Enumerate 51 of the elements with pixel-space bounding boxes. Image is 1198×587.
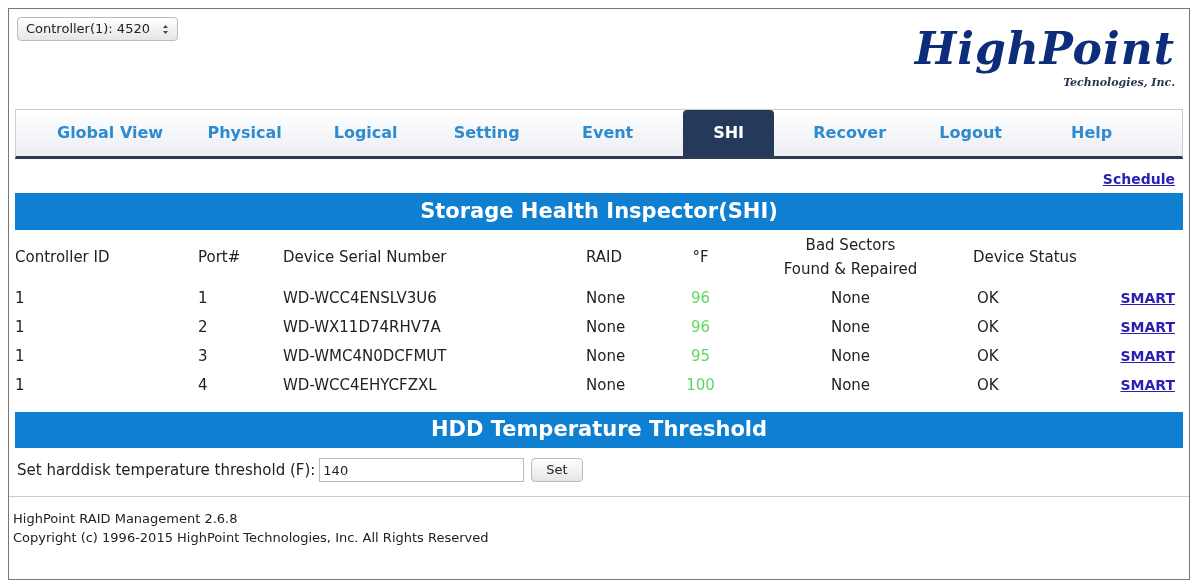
column-header: RAID <box>586 247 624 268</box>
table-cell-text: None <box>586 346 627 368</box>
footer-text: Copyright (c) 1996-2015 HighPoint Technologies, Inc. All Rights Reserved <box>13 529 490 547</box>
table-cell-text: 1 <box>15 375 26 397</box>
table-cell-text: 96 <box>689 317 712 339</box>
set-button[interactable]: Set <box>531 458 583 482</box>
smart-link[interactable]: SMART <box>1120 290 1175 307</box>
footer-text: HighPoint RAID Management 2.6.8 <box>13 510 239 528</box>
table-cell-text: None <box>586 288 627 310</box>
column-header: Device Status <box>973 247 1078 268</box>
table-cell-text: WD-WMC4N0DCFMUT <box>283 346 448 368</box>
table-cell-text: 96 <box>689 288 712 310</box>
table-cell-text: WD-WCC4EHYCFZXL <box>283 375 438 397</box>
nav-tab[interactable]: SHI <box>683 110 775 156</box>
table-cell-text: OK <box>976 346 1000 368</box>
table-cell-text: None <box>586 375 627 397</box>
stepper-icon <box>161 23 169 35</box>
table-cell-text: OK <box>976 375 1000 397</box>
table-cell-text: 95 <box>689 346 712 368</box>
table-cell-text: OK <box>976 288 1000 310</box>
section-header: Storage Health Inspector(SHI) <box>15 193 1183 230</box>
table-cell-text: None <box>586 317 627 339</box>
column-header: Port# <box>198 247 242 268</box>
table-cell-text: 4 <box>198 375 209 397</box>
controller-select[interactable]: Controller(1): 4520 <box>17 17 178 41</box>
column-header: Controller ID <box>15 247 111 268</box>
table-cell-text: OK <box>976 317 1000 339</box>
table-cell-text: 1 <box>15 317 26 339</box>
table-cell-text: None <box>829 317 872 339</box>
table-cell-text: None <box>829 288 872 310</box>
table-cell-text: None <box>829 375 872 397</box>
table-cell-text: WD-WCC4ENSLV3U6 <box>283 288 438 310</box>
table-cell-text: 2 <box>198 317 209 339</box>
threshold-field[interactable]: 140 <box>319 458 525 482</box>
schedule-link[interactable]: Schedule <box>1102 169 1175 193</box>
table-cell-text: 1 <box>15 346 26 368</box>
column-header: Bad Sectors Found & Repaired <box>782 235 919 280</box>
table-cell-text: None <box>829 346 872 368</box>
smart-link[interactable]: SMART <box>1120 377 1175 394</box>
column-header: °F <box>691 247 710 268</box>
column-header: Device Serial Number <box>283 247 448 268</box>
table-cell-text: 1 <box>15 288 26 310</box>
table-cell-text: 3 <box>198 346 209 368</box>
threshold-label: Set harddisk temperature threshold (F): <box>17 459 316 481</box>
smart-link[interactable]: SMART <box>1120 348 1175 365</box>
logo-tagline: Technologies, Inc. <box>1063 75 1175 91</box>
section-header: HDD Temperature Threshold <box>15 412 1183 448</box>
table-cell-text: WD-WX11D74RHV7A <box>283 317 442 339</box>
smart-link[interactable]: SMART <box>1120 319 1175 336</box>
table-cell-text: 100 <box>685 375 716 397</box>
table-cell-text: 1 <box>198 288 209 310</box>
